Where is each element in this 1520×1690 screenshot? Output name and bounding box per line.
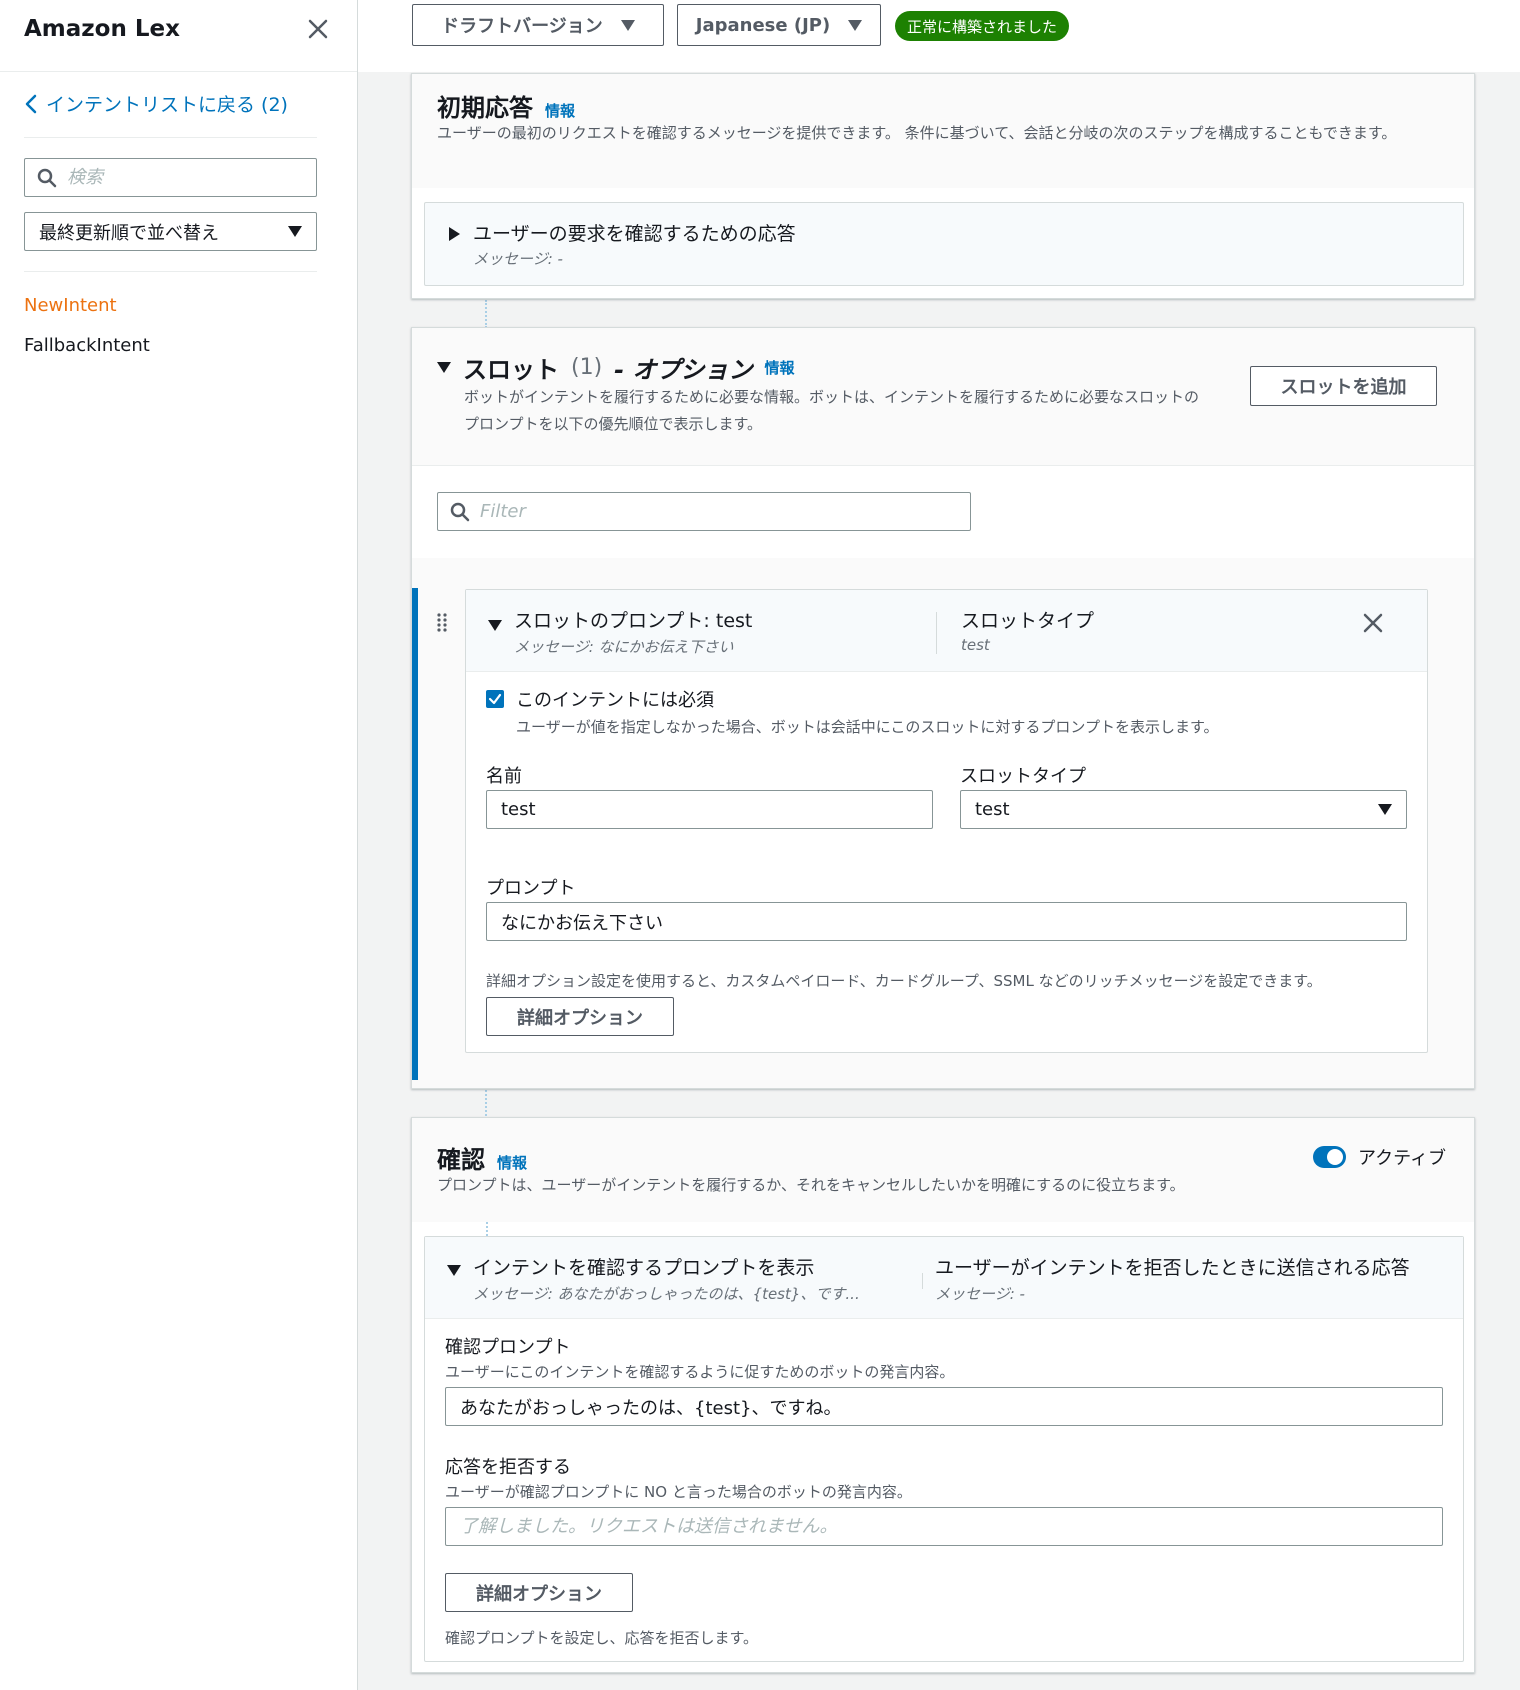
initial-response-card-sub: メッセージ: - [473,250,563,268]
caret-down-icon [1378,804,1392,815]
slots-count: (1) [571,355,603,380]
caret-down-icon [848,19,863,31]
language-select[interactable]: Japanese (JP) [677,4,881,46]
divider [936,612,937,654]
required-description: ユーザーが値を指定しなかった場合、ボットは会話中にこのスロットに対するプロンプト… [516,718,1219,736]
version-select[interactable]: ドラフトバージョン [412,4,664,46]
slot-type-select-value: test [975,799,1010,820]
sidebar-item-newintent[interactable]: NewIntent [24,295,117,316]
slot-prompt-input[interactable] [486,902,1407,941]
confirmation-description: プロンプトは、ユーザーがインテントを履行するか、それをキャンセルしたいかを明確に… [437,1176,1185,1194]
initial-response-card-title: ユーザーの要求を確認するための応答 [473,223,796,245]
caret-right-icon [449,227,460,241]
confirmation-active-toggle-group: アクティブ [1313,1144,1446,1170]
confirm-prompt-description: ユーザーにこのインテントを確認するように促すためのボットの発言内容。 [445,1363,955,1381]
slot-prompt-sub: メッセージ: なにかお伝え下さい [514,638,734,656]
slot-accent-bar [412,588,418,1080]
confirmation-advanced-options-button[interactable]: 詳細オプション [445,1573,633,1612]
slot-filter-box[interactable] [437,492,971,531]
divider [24,271,317,272]
confirmation-footer-text: 確認プロンプトを設定し、応答を拒否します。 [445,1629,759,1647]
confirmation-card-sub: メッセージ: あなたがおっしゃったのは、{test}、です... [473,1285,860,1303]
drag-handle-icon[interactable] [436,612,448,636]
add-slot-button[interactable]: スロットを追加 [1250,366,1437,406]
slots-panel: スロット (1) - オプション 情報 ボットがインテントを履行するために必要な… [411,327,1475,1089]
confirmation-title: 確認 [437,1146,485,1174]
decline-response-description: ユーザーが確認プロンプトに NO と言った場合のボットの発言内容。 [445,1483,912,1501]
initial-response-panel: 初期応答 情報 ユーザーの最初のリクエストを確認するメッセージを提供できます。 … [411,73,1475,299]
required-label: このインテントには必須 [516,690,714,711]
initial-response-title: 初期応答 [437,94,533,122]
caret-down-icon [288,226,302,237]
flow-connector [485,300,487,328]
initial-response-info-link[interactable]: 情報 [545,100,575,121]
confirm-prompt-label: 確認プロンプト [445,1337,571,1358]
back-to-intent-list-link[interactable]: インテントリストに戻る (2) [24,90,288,117]
top-bar: ドラフトバージョン Japanese (JP) 正常に構築されました [358,0,1520,72]
slot-card-header[interactable]: スロットのプロンプト: test メッセージ: なにかお伝え下さい スロットタイ… [466,590,1427,672]
sidebar-header: Amazon Lex [0,0,357,72]
chevron-left-icon [25,94,37,113]
intent-search-box[interactable] [24,158,317,197]
remove-slot-close-icon[interactable] [1362,612,1384,638]
active-toggle[interactable] [1313,1146,1346,1168]
caret-down-icon[interactable] [437,362,451,373]
close-icon[interactable] [303,14,333,44]
search-icon [450,502,470,521]
slot-type-sub: test [961,636,990,654]
slots-title-suffix: - オプション [614,356,753,384]
confirm-prompt-input[interactable] [445,1387,1443,1426]
slots-title: スロット [463,356,559,384]
flow-connector [486,1222,488,1236]
sort-select-value: 最終更新順で並べ替え [39,222,219,244]
confirmation-card-title: インテントを確認するプロンプトを表示 [473,1257,815,1279]
initial-response-description: ユーザーの最初のリクエストを確認するメッセージを提供できます。 条件に基づいて、… [437,124,1397,142]
caret-down-icon [620,19,635,31]
caret-down-icon[interactable] [447,1265,461,1276]
slots-info-link[interactable]: 情報 [765,357,795,378]
decline-response-label: 応答を拒否する [445,1457,571,1478]
slot-advanced-options-button[interactable]: 詳細オプション [486,997,674,1036]
slot-advanced-description: 詳細オプション設定を使用すると、カスタムペイロード、カードグループ、SSML な… [486,972,1322,990]
decline-response-heading: ユーザーがインテントを拒否したときに送信される応答 [935,1257,1410,1279]
active-toggle-label: アクティブ [1358,1148,1447,1169]
sidebar-title: Amazon Lex [24,16,180,42]
toggle-knob [1327,1149,1343,1165]
slot-name-label: 名前 [486,766,522,787]
language-select-label: Japanese (JP) [695,14,831,36]
slot-type-label: スロットタイプ [960,766,1086,787]
sidebar-item-fallbackintent[interactable]: FallbackIntent [24,335,150,356]
divider [922,1273,923,1289]
required-checkbox[interactable] [486,690,504,708]
sidebar: Amazon Lex インテントリストに戻る (2) 最終更新順で並べ替え Ne… [0,0,358,1690]
decline-response-sub: メッセージ: - [935,1285,1025,1303]
checkmark-icon [488,693,502,705]
slots-description: ボットがインテントを履行するために必要な情報。ボットは、インテントを履行するため… [464,388,1200,433]
confirmation-card-header[interactable]: インテントを確認するプロンプトを表示 メッセージ: あなたがおっしゃったのは、{… [425,1237,1463,1319]
slot-type-heading: スロットタイプ [961,610,1095,632]
slot-prompt-heading: スロットのプロンプト: test [514,610,753,632]
slot-prompt-label: プロンプト [486,878,576,899]
slot-filter-input[interactable] [480,501,940,522]
search-icon [37,168,57,187]
divider [24,137,317,138]
confirmation-info-link[interactable]: 情報 [497,1152,527,1173]
confirmation-panel: 確認 情報 アクティブ プロンプトは、ユーザーがインテントを履行するか、それをキ… [411,1117,1475,1673]
back-link-label: インテントリストに戻る (2) [46,94,288,116]
version-select-label: ドラフトバージョン [441,16,603,37]
caret-down-icon[interactable] [488,620,502,631]
sort-select[interactable]: 最終更新順で並べ替え [24,212,317,251]
build-status-badge: 正常に構築されました [895,11,1070,41]
slot-name-input[interactable] [486,790,933,829]
intent-search-input[interactable] [67,167,287,188]
decline-response-input[interactable] [445,1507,1443,1546]
flow-connector [485,1090,487,1116]
slot-card: スロットのプロンプト: test メッセージ: なにかお伝え下さい スロットタイ… [465,589,1428,1053]
main-content: ドラフトバージョン Japanese (JP) 正常に構築されました 初期応答 … [358,0,1520,1690]
slot-type-select[interactable]: test [960,790,1407,829]
confirmation-card: インテントを確認するプロンプトを表示 メッセージ: あなたがおっしゃったのは、{… [424,1236,1464,1662]
initial-response-card[interactable]: ユーザーの要求を確認するための応答 メッセージ: - [424,202,1464,286]
